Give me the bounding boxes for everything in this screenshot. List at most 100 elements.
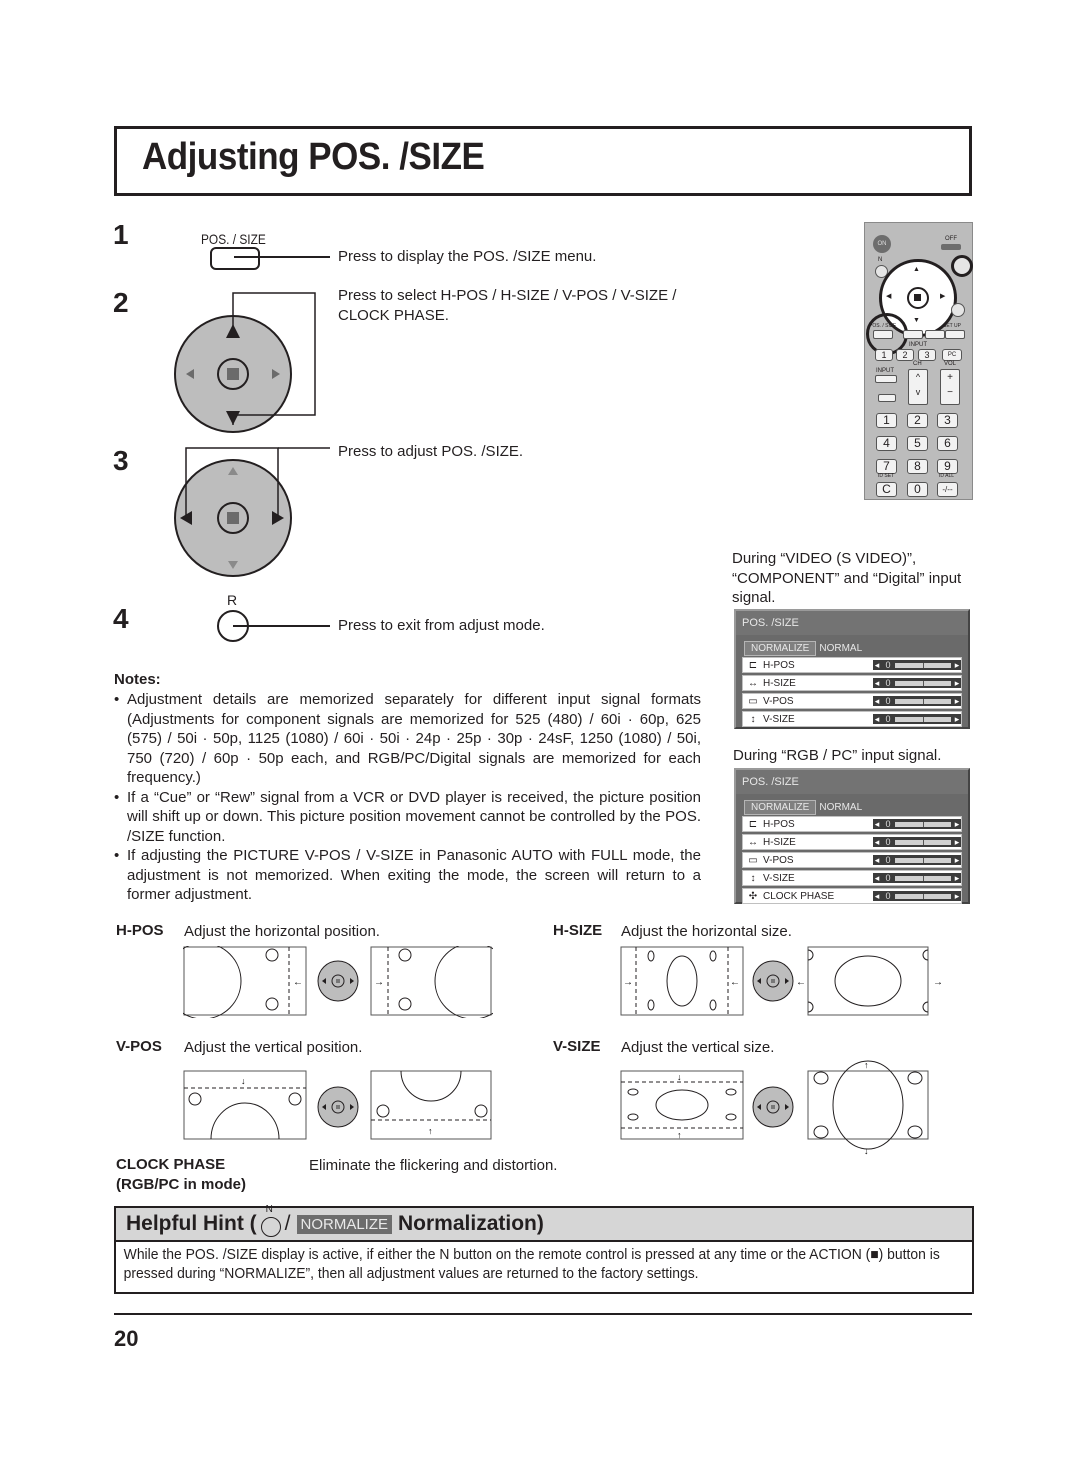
osd-slider[interactable]: ◂ 0 ▸ [873,855,961,865]
right-arrow-icon: ▸ [954,695,960,706]
svg-text:↑: ↑ [677,1130,682,1140]
input-3-button[interactable]: 3 [918,349,936,361]
note-item: Adjustment details are memorized separat… [114,690,701,788]
left-arrow-icon: ◂ [874,836,880,847]
osd-row-clock-phase[interactable]: ✣ CLOCK PHASE ◂ 0 ▸ [742,888,962,904]
osd-row-h-size[interactable]: ↔ H-SIZE ◂ 0 ▸ [742,675,962,691]
osd-slider[interactable]: ◂ 0 ▸ [873,660,961,670]
osd-row-v-size[interactable]: ↕ V-SIZE ◂ 0 ▸ [742,870,962,886]
svg-text:↑: ↑ [428,1126,433,1136]
key-4[interactable]: 4 [876,436,897,451]
osd-slider-mark [923,716,924,722]
left-arrow-icon: ◂ [874,854,880,865]
osd-row-h-size[interactable]: ↔ H-SIZE ◂ 0 ▸ [742,834,962,850]
key-c[interactable]: C [876,482,897,497]
step-2-text-line1: Press to select H-POS / H-SIZE / V-POS /… [338,287,677,304]
key-8[interactable]: 8 [907,459,928,474]
osd-row-v-pos[interactable]: ▭ V-POS ◂ 0 ▸ [742,852,962,868]
aspect-button[interactable] [951,303,965,317]
input-pc-button[interactable]: PC [942,349,962,361]
osd-slider[interactable]: ◂ 0 ▸ [873,678,961,688]
mute-button[interactable] [878,394,896,402]
normalize-value: NORMAL [819,801,863,813]
normalize-button[interactable]: NORMALIZE [744,640,817,656]
key-6[interactable]: 6 [937,436,958,451]
osd-slider[interactable]: ◂ 0 ▸ [873,696,961,706]
off-button[interactable] [941,244,961,250]
osd-slider[interactable]: ◂ 0 ▸ [873,891,961,901]
normalize-value: NORMAL [819,642,863,654]
svg-text:↓: ↓ [241,1076,246,1086]
key-0[interactable]: 0 [907,482,928,497]
osd-row-label: V-SIZE [763,872,795,884]
key-7[interactable]: 7 [876,459,897,474]
remote-r-button[interactable] [951,255,973,277]
input-1-button[interactable]: 1 [875,349,893,361]
dpad-step2[interactable] [170,290,330,440]
step-2-number: 2 [113,287,129,318]
osd-slider[interactable]: ◂ 0 ▸ [873,873,961,883]
sound-button[interactable] [925,330,945,339]
osd-slider[interactable]: ◂ 0 ▸ [873,837,961,847]
pos-size-button-label: POS. / SIZE [201,231,266,247]
osd-row-h-pos[interactable]: ⊏ H-POS ◂ 0 ▸ [742,657,962,673]
input-button[interactable] [875,375,897,383]
osd-title: POS. /SIZE [736,611,968,635]
key-3[interactable]: 3 [937,413,958,428]
h-pos-desc: Adjust the horizontal position. [184,923,380,940]
pos-size-button[interactable] [210,247,260,270]
osd-slider[interactable]: ◂ 0 ▸ [873,819,961,829]
step-1-number: 1 [113,219,129,250]
osd-slider-mark [923,857,924,863]
key-2[interactable]: 2 [907,413,928,428]
right-arrow-icon: ▸ [954,677,960,688]
on-button[interactable]: ON [873,235,891,253]
svg-text:↑: ↑ [864,1060,869,1070]
step-2-text-line2: CLOCK PHASE. [338,307,449,324]
osd-row-label: V-SIZE [763,713,795,725]
svg-text:←: ← [730,977,740,988]
osd-row-label: H-POS [763,659,795,671]
page-number: 20 [114,1326,139,1351]
left-arrow-icon: ◂ [874,677,880,688]
left-arrow-icon: ◂ [874,818,880,829]
h-pos-icon: ⊏ [748,659,758,671]
note-item: If adjusting the PICTURE V-POS / V-SIZE … [114,846,701,905]
osd-row-h-pos[interactable]: ⊏ H-POS ◂ 0 ▸ [742,816,962,832]
osd-slider[interactable]: ◂ 0 ▸ [873,714,961,724]
key-5[interactable]: 5 [907,436,928,451]
input-2-button[interactable]: 2 [896,349,914,361]
left-arrow-icon: ◂ [874,713,880,724]
vol-button[interactable]: + − [940,369,960,405]
ch-button[interactable]: ^ v [908,369,928,405]
picture-button[interactable] [903,330,923,339]
set-up-button[interactable] [945,330,965,339]
osd-slider-mark [923,875,924,881]
osd-row-v-pos[interactable]: ▭ V-POS ◂ 0 ▸ [742,693,962,709]
osd-slider-track [895,680,951,686]
remote-control: ON OFF N ▲ ▼ ◀ ▶ R POS. / SIZE SET UP IN… [864,222,973,500]
osd-slider-track [895,716,951,722]
normalize-button[interactable]: NORMALIZE [744,799,817,815]
n-button-icon: N [260,1204,281,1237]
step-3-text: Press to adjust POS. /SIZE. [338,443,524,460]
helpful-hint-header: Helpful Hint ( N / NORMALIZE Normalizati… [116,1204,972,1242]
off-label: OFF [945,236,957,242]
key-dash[interactable]: -/-- [937,482,958,497]
right-arrow-icon: ▸ [954,836,960,847]
callout-line [233,625,330,627]
osd-slider-track [895,857,951,863]
notes-list: Adjustment details are memorized separat… [114,690,701,905]
dpad-step3[interactable] [170,445,330,580]
remote-pos-size-button[interactable] [873,330,893,339]
osd-slider-mark [923,893,924,899]
osd-row-v-size[interactable]: ↕ V-SIZE ◂ 0 ▸ [742,711,962,727]
key-1[interactable]: 1 [876,413,897,428]
left-arrow-icon: ◂ [874,872,880,883]
osd-row-label: H-SIZE [763,677,796,689]
step-4-text: Press to exit from adjust mode. [338,617,545,634]
osd-row-label: CLOCK PHASE [763,890,835,902]
h-size-label: H-SIZE [553,922,603,939]
osd-slider-mark [923,680,924,686]
key-9[interactable]: 9 [937,459,958,474]
